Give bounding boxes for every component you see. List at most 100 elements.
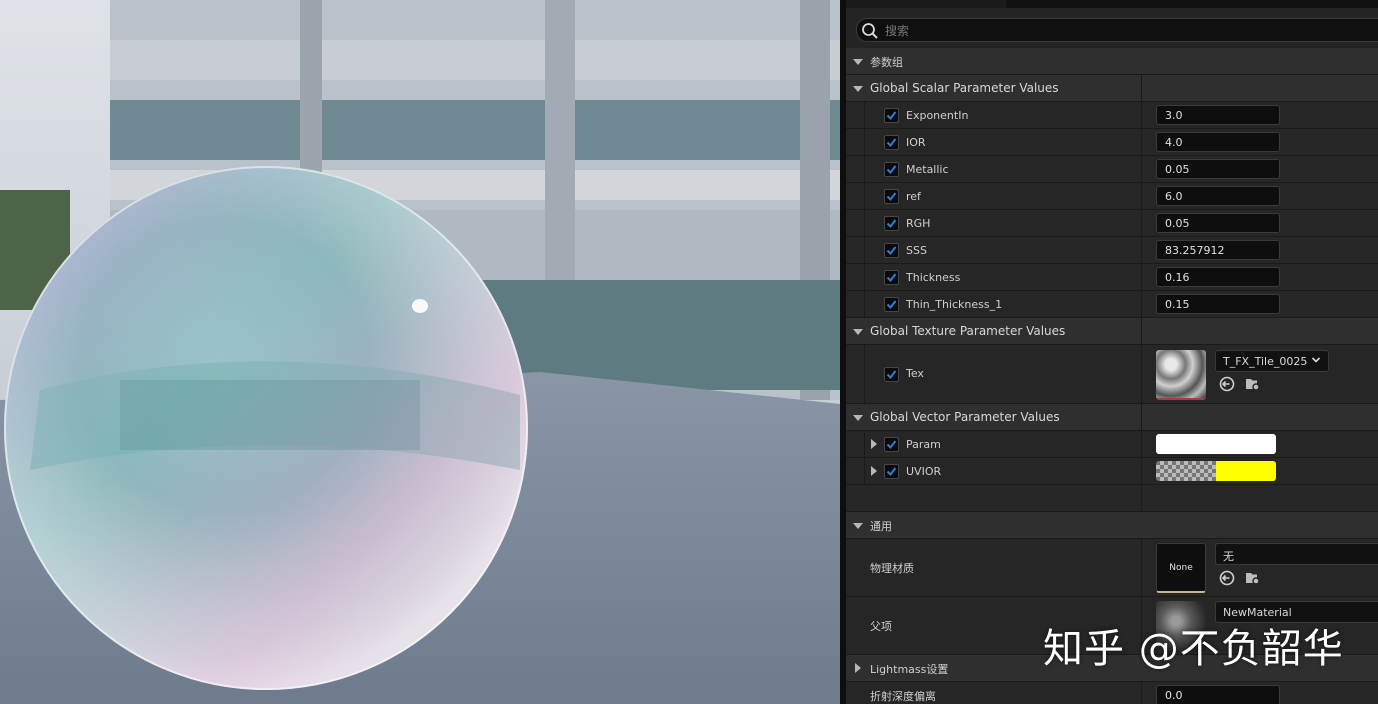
empty-row [846, 485, 1378, 512]
param-checkbox[interactable] [884, 270, 899, 285]
param-name: ref [906, 190, 921, 203]
collapse-arrow-icon[interactable] [853, 86, 863, 92]
checkbox-check-icon [886, 370, 897, 380]
collapse-arrow-icon[interactable] [853, 415, 863, 421]
browse-asset-icon[interactable] [1245, 376, 1261, 392]
param-value-input[interactable]: 83.257912 [1156, 240, 1280, 260]
category-scalar-params[interactable]: Global Scalar Parameter Values [846, 75, 1378, 102]
phys-material-combo[interactable]: 无 [1215, 543, 1378, 565]
browse-asset-icon[interactable] [1245, 570, 1261, 586]
param-value-input[interactable]: 3.0 [1156, 105, 1280, 125]
material-preview-viewport[interactable] [0, 0, 840, 704]
vector-row: UVIOR [846, 458, 1378, 485]
category-label: 参数组 [870, 56, 903, 69]
param-checkbox[interactable] [884, 464, 899, 479]
param-name: Metallic [906, 163, 949, 176]
param-checkbox[interactable] [884, 243, 899, 258]
param-name: IOR [906, 136, 926, 149]
use-asset-icon[interactable] [1219, 376, 1235, 392]
color-swatch-uvior[interactable] [1156, 461, 1276, 481]
category-label: Global Texture Parameter Values [870, 324, 1066, 338]
param-name: Tex [906, 367, 924, 380]
param-value-input[interactable]: 4.0 [1156, 132, 1280, 152]
scalar-row: Metallic 0.05 [846, 156, 1378, 183]
search-placeholder: 搜索 [885, 24, 910, 38]
param-checkbox[interactable] [884, 216, 899, 231]
watermark: 知乎 @不负韶华 [1043, 626, 1344, 672]
property-label: 折射深度偏离 [870, 690, 936, 703]
param-value-input[interactable]: 0.05 [1156, 159, 1280, 179]
phys-material-thumbnail[interactable]: None [1156, 543, 1206, 593]
scalar-row: Thickness 0.16 [846, 264, 1378, 291]
property-label: 物理材质 [870, 562, 914, 575]
category-texture-params[interactable]: Global Texture Parameter Values [846, 318, 1378, 345]
category-label: Global Vector Parameter Values [870, 410, 1060, 424]
checkbox-check-icon [886, 111, 897, 121]
param-checkbox[interactable] [884, 437, 899, 452]
checkbox-check-icon [886, 467, 897, 477]
category-label: Global Scalar Parameter Values [870, 81, 1059, 95]
refraction-row: 折射深度偏离 0.0 [846, 682, 1378, 704]
phys-material-value: 无 [1223, 550, 1234, 563]
scalar-row: Thin_Thickness_1 0.15 [846, 291, 1378, 318]
param-checkbox[interactable] [884, 108, 899, 123]
param-checkbox[interactable] [884, 162, 899, 177]
details-panel: 搜索 参数组 Global Scalar Parameter Values Ex… [846, 0, 1378, 704]
expand-arrow-icon[interactable] [871, 466, 877, 476]
param-name: Param [906, 438, 941, 451]
checkbox-check-icon [886, 440, 897, 450]
scalar-row: ref 6.0 [846, 183, 1378, 210]
color-swatch-param[interactable] [1156, 434, 1276, 454]
scalar-row: SSS 83.257912 [846, 237, 1378, 264]
param-name: SSS [906, 244, 927, 257]
param-name: UVIOR [906, 465, 942, 478]
param-checkbox[interactable] [884, 189, 899, 204]
panel-tab-strip [846, 0, 1378, 8]
category-label: Lightmass设置 [870, 663, 949, 676]
category-general[interactable]: 通用 [846, 512, 1378, 539]
search-icon [862, 23, 878, 39]
scalar-row: ExponentIn 3.0 [846, 102, 1378, 129]
collapse-arrow-icon[interactable] [853, 523, 863, 529]
param-name: ExponentIn [906, 109, 969, 122]
property-label: 父项 [870, 620, 892, 633]
chevron-down-icon [1311, 357, 1321, 363]
collapse-arrow-icon[interactable] [853, 329, 863, 335]
param-value-input[interactable]: 0.15 [1156, 294, 1280, 314]
param-name: Thickness [906, 271, 961, 284]
param-value-input[interactable]: 0.05 [1156, 213, 1280, 233]
use-asset-icon[interactable] [1219, 570, 1235, 586]
expand-arrow-icon[interactable] [855, 663, 861, 673]
param-checkbox[interactable] [884, 297, 899, 312]
search-input[interactable]: 搜索 [856, 18, 1378, 42]
param-name: RGH [906, 217, 931, 230]
param-checkbox[interactable] [884, 367, 899, 382]
expand-arrow-icon[interactable] [871, 439, 877, 449]
scalar-row: RGH 0.05 [846, 210, 1378, 237]
checkbox-check-icon [886, 138, 897, 148]
phys-material-row: 物理材质 None 无 [846, 539, 1378, 597]
texture-thumbnail[interactable] [1156, 350, 1206, 400]
texture-asset-combo[interactable]: T_FX_Tile_0025 [1215, 350, 1329, 372]
refraction-value-input[interactable]: 0.0 [1156, 685, 1280, 704]
scalar-row: IOR 4.0 [846, 129, 1378, 156]
preview-scene [0, 0, 840, 704]
checkbox-check-icon [886, 273, 897, 283]
checkbox-check-icon [886, 300, 897, 310]
category-label: 通用 [870, 520, 892, 533]
param-checkbox[interactable] [884, 135, 899, 150]
texture-asset-name: T_FX_Tile_0025 [1223, 355, 1308, 368]
category-params-group[interactable]: 参数组 [846, 48, 1378, 75]
checkbox-check-icon [886, 192, 897, 202]
category-vector-params[interactable]: Global Vector Parameter Values [846, 404, 1378, 431]
param-name: Thin_Thickness_1 [906, 298, 1003, 311]
param-value-input[interactable]: 0.16 [1156, 267, 1280, 287]
checkbox-check-icon [886, 165, 897, 175]
param-value-input[interactable]: 6.0 [1156, 186, 1280, 206]
vector-row: Param [846, 431, 1378, 458]
texture-row: Tex T_FX_Tile_0025 [846, 345, 1378, 404]
collapse-arrow-icon[interactable] [853, 59, 863, 65]
panel-tab[interactable] [1006, 0, 1378, 8]
checkbox-check-icon [886, 219, 897, 229]
checkbox-check-icon [886, 246, 897, 256]
